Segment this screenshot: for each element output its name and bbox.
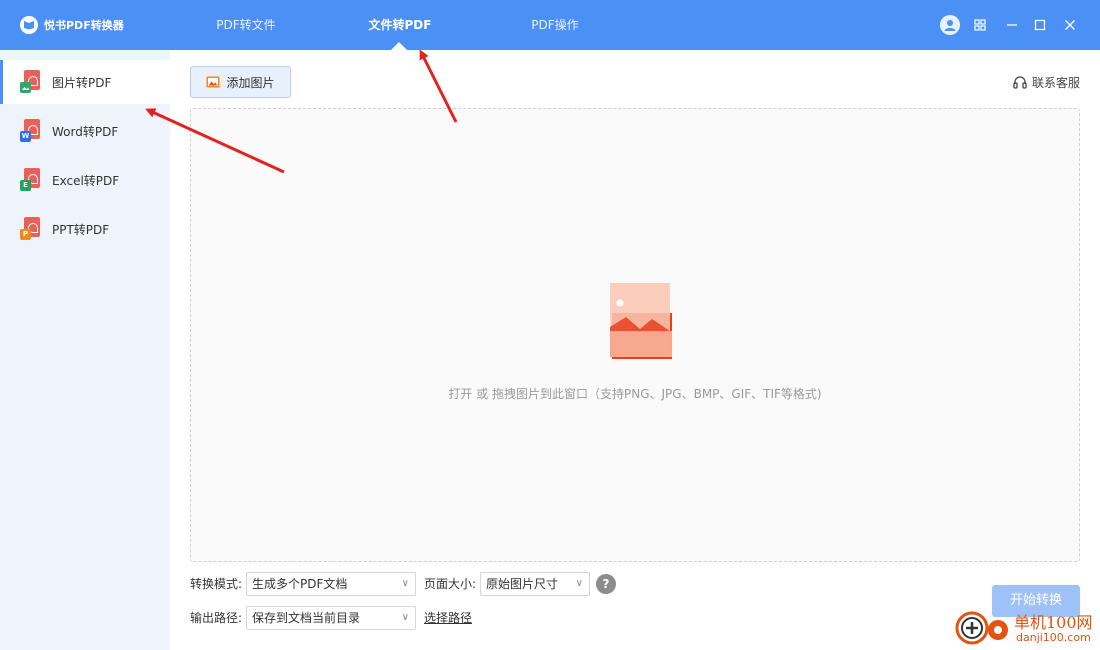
excel-pdf-file-icon: E bbox=[20, 168, 42, 192]
page-size-label: 页面大小: bbox=[424, 577, 477, 591]
tab-pdf-to-file[interactable]: PDF转文件 bbox=[206, 0, 286, 50]
watermark-title: 单机100网 bbox=[1014, 613, 1093, 632]
sidebar-item-label: Excel转PDF bbox=[52, 173, 120, 188]
sidebar-item-word-to-pdf[interactable]: W Word转PDF bbox=[0, 109, 170, 153]
app-logo-icon bbox=[20, 16, 38, 34]
brand: 悦书PDF转换器 bbox=[20, 15, 124, 35]
chevron-down-icon: ∨ bbox=[401, 612, 409, 623]
output-path-value: 保存到文档当前目录 bbox=[252, 611, 361, 625]
page-size-select[interactable]: 原始图片尺寸 ∨ bbox=[480, 572, 590, 596]
word-pdf-file-icon: W bbox=[20, 119, 42, 143]
watermark-url: danji100.com bbox=[1016, 631, 1091, 644]
apps-grid-icon[interactable] bbox=[970, 15, 990, 35]
image-icon bbox=[206, 76, 220, 88]
close-icon[interactable] bbox=[1060, 15, 1080, 35]
drop-zone-hint: 打开 或 拖拽图片到此窗口（支持PNG、JPG、BMP、GIF、TIF等格式) bbox=[448, 387, 822, 401]
page-size-value: 原始图片尺寸 bbox=[486, 577, 559, 591]
chevron-down-icon: ∨ bbox=[575, 578, 583, 589]
sidebar-item-label: 图片转PDF bbox=[52, 75, 112, 90]
user-avatar-icon[interactable] bbox=[940, 15, 960, 35]
image-drop-zone[interactable]: 打开 或 拖拽图片到此窗口（支持PNG、JPG、BMP、GIF、TIF等格式) bbox=[190, 108, 1080, 562]
support-label: 联系客服 bbox=[1032, 75, 1081, 90]
title-bar: 悦书PDF转换器 PDF转文件 文件转PDF PDF操作 bbox=[0, 0, 1100, 50]
sidebar-item-ppt-to-pdf[interactable]: P PPT转PDF bbox=[0, 207, 170, 251]
image-pdf-file-icon bbox=[20, 70, 42, 94]
tab-pdf-operations[interactable]: PDF操作 bbox=[520, 0, 590, 50]
watermark-logo: 单机100网 danji100.com bbox=[952, 605, 1100, 650]
conversion-mode-select[interactable]: 生成多个PDF文档 ∨ bbox=[246, 572, 416, 596]
sidebar-item-label: PPT转PDF bbox=[52, 222, 110, 237]
image-placeholder-icon bbox=[610, 283, 672, 359]
maximize-icon[interactable] bbox=[1030, 15, 1050, 35]
choose-path-link[interactable]: 选择路径 bbox=[424, 607, 472, 629]
sidebar-item-label: Word转PDF bbox=[52, 124, 119, 139]
conversion-mode-label: 转换模式: bbox=[190, 577, 243, 591]
app-title: 悦书PDF转换器 bbox=[44, 19, 124, 32]
ppt-pdf-file-icon: P bbox=[20, 217, 42, 241]
chevron-down-icon: ∨ bbox=[401, 578, 409, 589]
output-path-select[interactable]: 保存到文档当前目录 ∨ bbox=[246, 606, 416, 630]
output-path-label: 输出路径: bbox=[190, 611, 243, 625]
watermark-emblem-icon bbox=[955, 611, 1008, 645]
active-tab-indicator bbox=[391, 42, 407, 50]
sidebar-item-excel-to-pdf[interactable]: E Excel转PDF bbox=[0, 158, 170, 202]
add-image-button[interactable]: 添加图片 bbox=[190, 66, 291, 98]
app-window: 悦书PDF转换器 PDF转文件 文件转PDF PDF操作 图片转PDF W Wo… bbox=[0, 0, 1100, 650]
conversion-mode-value: 生成多个PDF文档 bbox=[252, 577, 348, 591]
sidebar-item-image-to-pdf[interactable]: 图片转PDF bbox=[0, 60, 170, 104]
contact-support-link[interactable]: 联系客服 bbox=[1012, 72, 1080, 92]
add-image-label: 添加图片 bbox=[226, 75, 275, 90]
sidebar: 图片转PDF W Word转PDF E Excel转PDF P PPT转PDF bbox=[0, 50, 170, 650]
headset-icon bbox=[1013, 76, 1027, 89]
help-icon[interactable]: ? bbox=[596, 574, 616, 594]
minimize-icon[interactable] bbox=[1002, 15, 1022, 35]
